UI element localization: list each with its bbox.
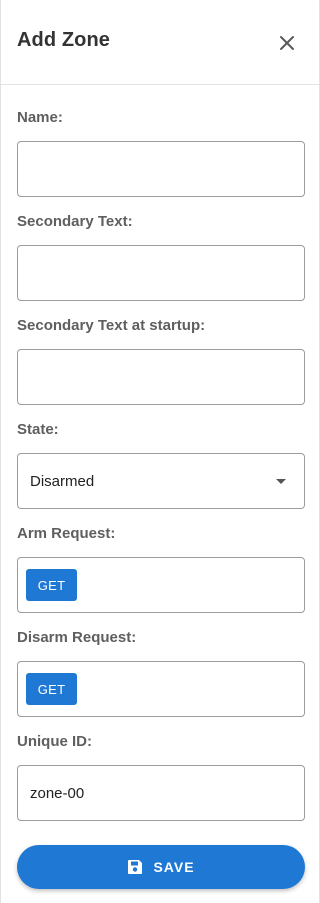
arm-request-method-button[interactable]: GET bbox=[26, 569, 77, 601]
secondary-text-label: Secondary Text: bbox=[17, 213, 133, 230]
unique-id-input[interactable] bbox=[18, 766, 304, 820]
secondary-text-startup-input[interactable] bbox=[18, 350, 304, 404]
secondary-text-startup-field-box bbox=[17, 349, 305, 405]
arm-request-field: GET bbox=[17, 557, 305, 613]
arm-request-label: Arm Request: bbox=[17, 525, 116, 542]
disarm-request-field: GET bbox=[17, 661, 305, 717]
unique-id-label: Unique ID: bbox=[17, 733, 92, 750]
close-button[interactable] bbox=[269, 25, 305, 61]
save-button-label: SAVE bbox=[153, 859, 195, 875]
name-input[interactable] bbox=[18, 142, 304, 196]
state-label: State: bbox=[17, 421, 59, 438]
disarm-request-method-button[interactable]: GET bbox=[26, 673, 77, 705]
state-select[interactable]: Disarmed bbox=[17, 453, 305, 509]
secondary-text-field-box bbox=[17, 245, 305, 301]
name-field-box bbox=[17, 141, 305, 197]
close-icon bbox=[280, 36, 294, 50]
disarm-request-label: Disarm Request: bbox=[17, 629, 137, 646]
state-selected-value: Disarmed bbox=[30, 473, 95, 490]
save-button[interactable]: SAVE bbox=[17, 845, 305, 889]
secondary-text-startup-label: Secondary Text at startup: bbox=[17, 317, 206, 334]
chevron-down-icon bbox=[276, 479, 286, 484]
add-zone-dialog: Add Zone Name: Secondary Text: Secondary… bbox=[0, 0, 320, 903]
dialog-title: Add Zone bbox=[17, 29, 111, 51]
name-label: Name: bbox=[17, 109, 63, 126]
floppy-disk-icon bbox=[127, 859, 143, 875]
secondary-text-input[interactable] bbox=[18, 246, 304, 300]
unique-id-field-box bbox=[17, 765, 305, 821]
dialog-header: Add Zone bbox=[1, 0, 319, 85]
